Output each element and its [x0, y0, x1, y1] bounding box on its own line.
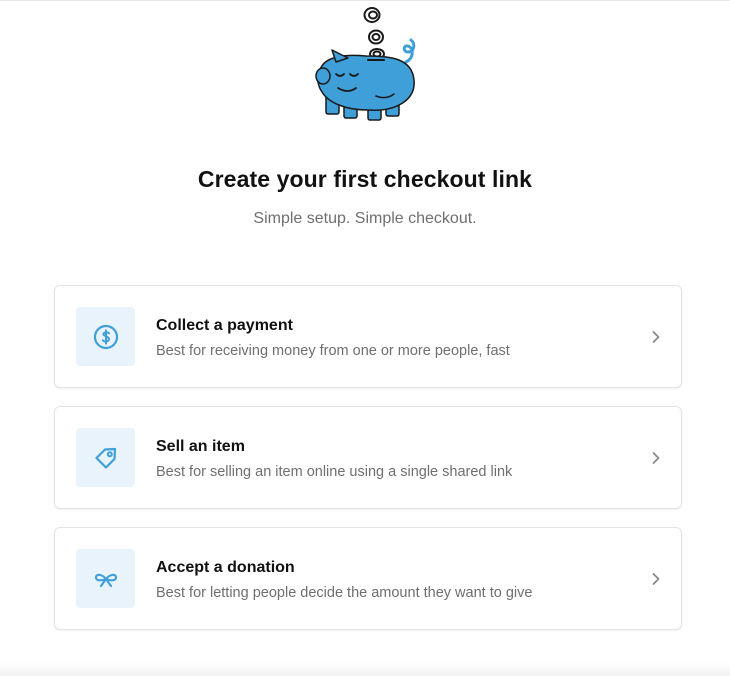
option-icon-tile [76, 307, 135, 366]
page-title: Create your first checkout link [197, 166, 533, 192]
piggy-bank-icon [315, 7, 416, 121]
option-icon-tile [76, 549, 135, 608]
option-description: Best for receiving money from one or mor… [156, 343, 510, 359]
price-tag-icon [94, 447, 116, 469]
option-accept-donation[interactable]: Accept a donation Best for letting peopl… [54, 527, 682, 630]
option-title: Accept a donation [156, 559, 295, 576]
option-title: Collect a payment [156, 317, 293, 334]
dollar-circle-icon [93, 324, 118, 349]
chevron-right-icon [652, 452, 660, 464]
bottom-edge [0, 662, 730, 676]
checkout-options-list: Collect a payment Best for receiving mon… [54, 285, 682, 648]
chevron-right-icon [652, 573, 660, 585]
option-description: Best for selling an item online using a … [156, 464, 513, 480]
option-description: Best for letting people decide the amoun… [156, 585, 533, 601]
option-title: Sell an item [156, 438, 245, 455]
option-icon-tile [76, 428, 135, 487]
chevron-right-icon [652, 331, 660, 343]
page-subtitle: Simple setup. Simple checkout. [253, 210, 477, 227]
top-divider [0, 0, 730, 1]
option-collect-payment[interactable]: Collect a payment Best for receiving mon… [54, 285, 682, 388]
ribbon-bow-icon [94, 573, 117, 587]
option-sell-item[interactable]: Sell an item Best for selling an item on… [54, 406, 682, 509]
